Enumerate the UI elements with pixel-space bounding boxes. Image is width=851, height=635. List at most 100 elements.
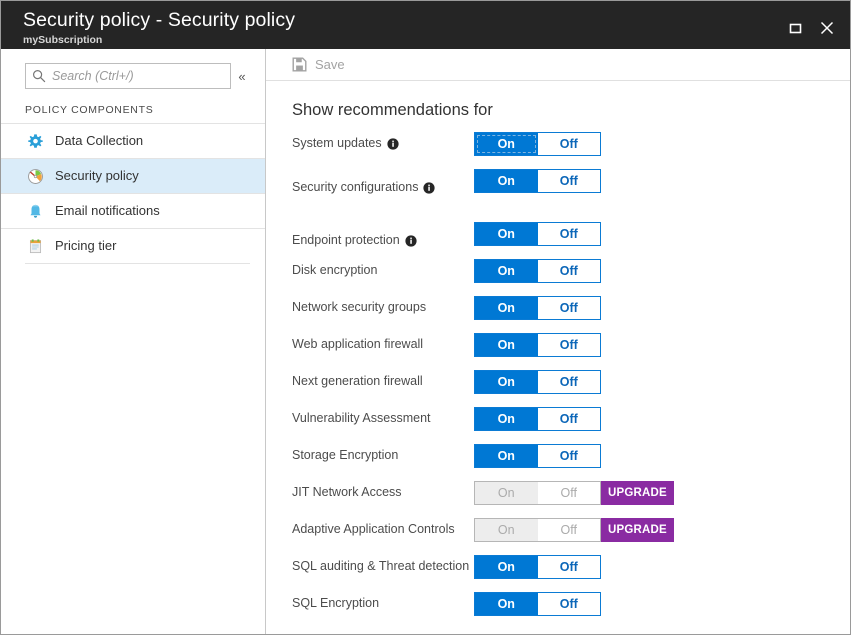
close-button[interactable] [812,15,842,41]
sidebar-item-security-policy[interactable]: Security policy [1,158,265,193]
toggle-off-segment[interactable]: Off [538,556,601,578]
upgrade-badge[interactable]: UPGRADE [601,481,674,505]
policy-row: Network security groups OnOff [292,295,850,320]
policy-toggle[interactable]: OnOff [474,444,601,468]
gear-icon [25,131,45,151]
policy-label-text: Web application firewall [292,336,423,353]
policy-row: Endpoint protectionOnOff [292,221,850,246]
sidebar-section-label: POLICY COMPONENTS [1,104,265,123]
toggle-off-segment: Off [538,519,601,541]
sidebar-item-label: Data Collection [55,132,143,150]
toggle-on-segment[interactable]: On [475,593,538,615]
policy-toggle[interactable]: OnOff [474,169,601,193]
policy-toggle[interactable]: OnOff [474,296,601,320]
policy-toggle[interactable]: OnOff [474,407,601,431]
panel-heading: Show recommendations for [292,99,850,121]
policy-label: Storage Encryption [292,447,474,464]
toggle-off-segment[interactable]: Off [538,371,601,393]
pie-gauge-icon [25,166,45,186]
toggle-on-segment[interactable]: On [475,170,538,192]
policy-toggle[interactable]: OnOff [474,333,601,357]
sidebar-search-row: Search (Ctrl+/) « [1,62,265,90]
save-label: Save [315,56,345,74]
policy-row: Vulnerability Assessment OnOff [292,406,850,431]
toggle-on-segment[interactable]: On [475,334,538,356]
policy-label: Vulnerability Assessment [292,410,474,427]
policy-toggle[interactable]: OnOff [474,370,601,394]
policy-toggle[interactable]: OnOff [474,592,601,616]
policy-label: Network security groups [292,299,474,316]
toggle-off-segment[interactable]: Off [538,223,601,245]
save-button[interactable]: Save [292,56,345,74]
policy-label: JIT Network Access [292,484,474,501]
policy-rows: System updatesOnOffSecurity configuratio… [292,131,850,616]
window-body: Search (Ctrl+/) « POLICY COMPONENTS Data… [1,49,850,634]
recommendations-panel: Show recommendations for System updates O… [266,81,850,634]
search-icon [32,69,46,83]
clipboard-icon [25,236,45,256]
policy-label-text: Adaptive Application Controls [292,521,455,538]
policy-toggle[interactable]: OnOff [474,222,601,246]
toggle-on-segment[interactable]: On [475,408,538,430]
info-icon[interactable] [423,182,435,194]
toggle-on-segment[interactable]: On [475,445,538,467]
policy-row: Adaptive Application Controls OnOffUPGRAD… [292,517,850,542]
search-input[interactable]: Search (Ctrl+/) [52,64,134,88]
double-chevron-left-icon[interactable]: « [231,63,253,89]
page-title: Security policy - Security policy [23,9,780,32]
toggle-off-segment[interactable]: Off [538,260,601,282]
policy-label: Disk encryption [292,262,474,279]
toggle-on-segment[interactable]: On [475,297,538,319]
policy-label: Security configurations [292,179,474,196]
policy-label: System updates [292,135,474,152]
policy-toggle[interactable]: OnOff [474,259,601,283]
policy-label: Next generation firewall [292,373,474,390]
toggle-on-segment[interactable]: On [475,133,538,155]
toggle-off-segment[interactable]: Off [538,334,601,356]
policy-toggle[interactable]: OnOff [474,132,601,156]
policy-row: JIT Network Access OnOffUPGRADE [292,480,850,505]
restore-window-button[interactable] [780,15,810,41]
toggle-on-segment: On [475,519,538,541]
info-icon[interactable] [387,138,399,150]
policy-label-text: System updates [292,135,382,152]
policy-label: SQL Encryption [292,595,474,612]
info-icon[interactable] [405,235,417,247]
toggle-off-segment[interactable]: Off [538,408,601,430]
policy-label-text: Disk encryption [292,262,377,279]
sidebar-item-data-collection[interactable]: Data Collection [1,123,265,158]
subscription-label: mySubscription [23,33,780,47]
policy-row: Web application firewall OnOff [292,332,850,357]
save-disk-icon [292,57,307,72]
search-box[interactable]: Search (Ctrl+/) [25,63,231,89]
toggle-on-segment[interactable]: On [475,260,538,282]
toggle-off-segment: Off [538,482,601,504]
policy-row: Disk encryption OnOff [292,258,850,283]
toggle-off-segment[interactable]: Off [538,593,601,615]
policy-label-text: Security configurations [292,179,418,196]
policy-toggle[interactable]: OnOff [474,555,601,579]
upgrade-badge[interactable]: UPGRADE [601,518,674,542]
policy-row: Next generation firewallOnOff [292,369,850,394]
toggle-off-segment[interactable]: Off [538,133,601,155]
toggle-off-segment[interactable]: Off [538,170,601,192]
toggle-on-segment: On [475,482,538,504]
toggle-off-segment[interactable]: Off [538,297,601,319]
title-block: Security policy - Security policy mySubs… [23,7,780,47]
policy-label-text: Network security groups [292,299,426,316]
policy-label-text: JIT Network Access [292,484,402,501]
sidebar-item-label: Email notifications [55,202,160,220]
policy-label-text: Vulnerability Assessment [292,410,431,427]
policy-row: System updates OnOff [292,131,850,156]
policy-toggle: OnOff [474,518,601,542]
toggle-on-segment[interactable]: On [475,371,538,393]
sidebar-item-label: Pricing tier [55,237,116,255]
toggle-on-segment[interactable]: On [475,223,538,245]
toggle-off-segment[interactable]: Off [538,445,601,467]
sidebar-item-email-notifications[interactable]: Email notifications [1,193,265,228]
policy-label: SQL auditing & Threat detection [292,558,474,575]
sidebar-item-pricing-tier[interactable]: Pricing tier [1,228,265,263]
content-pane: Save Show recommendations for System upd… [266,49,850,634]
toggle-on-segment[interactable]: On [475,556,538,578]
sidebar-item-label: Security policy [55,167,139,185]
